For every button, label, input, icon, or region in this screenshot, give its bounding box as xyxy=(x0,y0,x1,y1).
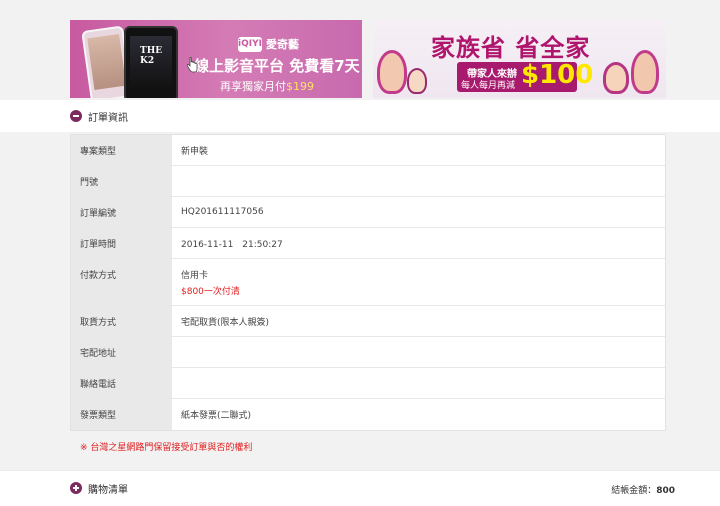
family-plan-banner[interactable]: 家族省 省全家 帶家人來辦 每人每月再減 $100 xyxy=(373,20,666,98)
table-row: 發票類型 紙本發票(二聯式) xyxy=(71,399,665,430)
order-time: 2016-11-11 21:50:27 xyxy=(181,239,283,250)
table-row: 專案類型 新申裝 xyxy=(71,135,665,166)
family-plan-headline: 家族省 省全家 xyxy=(431,34,591,62)
promo-subline: 再享獨家月付$199 xyxy=(220,78,314,94)
row-value: 紙本發票(二聯式) xyxy=(172,399,665,430)
phone-image-2: THE K2 xyxy=(124,26,178,98)
promo-subline-text: 再享獨家月付 xyxy=(220,80,286,93)
invoice-type: 紙本發票(二聯式) xyxy=(181,411,252,421)
family-plan-line2: 每人每月再減 xyxy=(461,81,516,91)
family-plan-amount: $100 xyxy=(521,60,594,90)
order-notice: ※ 台灣之星網路門保留接受訂單與否的權利 xyxy=(80,443,253,453)
table-row: 門號 xyxy=(71,166,665,197)
order-info-table: 專案類型 新申裝 門號 訂單編號 HQ201611117056 訂單時間 201… xyxy=(70,134,666,431)
row-label: 訂單編號 xyxy=(71,197,172,227)
row-value xyxy=(172,337,665,367)
row-label: 門號 xyxy=(71,166,172,196)
row-label: 發票類型 xyxy=(71,399,172,430)
table-row: 聯絡電話 xyxy=(71,368,665,399)
row-label: 專案類型 xyxy=(71,135,172,165)
iqiyi-promo-banner[interactable]: THE K2 iQIYI 愛奇藝 線上影音平台 免費看7天 再享獨家月付$199 xyxy=(70,20,362,98)
table-row: 訂單編號 HQ201611117056 xyxy=(71,197,665,228)
payment-method: 信用卡 xyxy=(181,271,209,281)
row-label: 付款方式 xyxy=(71,259,172,305)
row-label: 宅配地址 xyxy=(71,337,172,367)
table-row: 取貨方式 宅配取貨(限本人親簽) xyxy=(71,306,665,337)
mascot-left-icon xyxy=(377,50,407,94)
expand-icon[interactable] xyxy=(70,482,82,494)
table-row: 付款方式 信用卡 $800一次付清 xyxy=(71,259,665,306)
row-value: 2016-11-11 21:50:27 xyxy=(172,228,665,258)
row-label: 聯絡電話 xyxy=(71,368,172,398)
table-row: 宅配地址 xyxy=(71,337,665,368)
row-value: 信用卡 $800一次付清 xyxy=(172,259,665,305)
total-label: 結帳金額： xyxy=(611,486,657,496)
row-label: 取貨方式 xyxy=(71,306,172,336)
delivery-method: 宅配取貨(限本人親簽) xyxy=(181,317,270,328)
iqiyi-logo: iQIYI xyxy=(238,37,262,52)
mascot-far-right-icon xyxy=(631,50,659,94)
hand-cursor-icon xyxy=(186,57,198,73)
row-value: 宅配取貨(限本人親簽) xyxy=(172,306,665,336)
order-number: HQ201611117056 xyxy=(181,207,264,217)
order-section-title: 訂單資訊 xyxy=(88,112,128,124)
row-value-text: 新申裝 xyxy=(181,146,209,157)
row-value: HQ201611117056 xyxy=(172,197,665,227)
payment-amount: $800一次付清 xyxy=(181,287,240,297)
row-value xyxy=(172,166,665,196)
table-row: 訂單時間 2016-11-11 21:50:27 xyxy=(71,228,665,259)
mascot-right-icon xyxy=(603,62,629,94)
cart-section-toggle[interactable]: 購物清單 xyxy=(70,480,128,496)
checkout-total: 結帳金額：800 xyxy=(611,483,675,496)
poster-title: THE K2 xyxy=(140,46,163,66)
iqiyi-brand-name: 愛奇藝 xyxy=(266,38,299,51)
promo-headline: 線上影音平台 免費看7天 xyxy=(194,57,360,75)
order-section-toggle[interactable]: 訂單資訊 xyxy=(70,108,128,124)
promo-price: $199 xyxy=(286,80,314,93)
row-value: 新申裝 xyxy=(172,135,665,165)
row-value xyxy=(172,368,665,398)
cart-section-title: 購物清單 xyxy=(88,484,128,496)
mascot-small-icon xyxy=(407,68,427,94)
collapse-icon[interactable] xyxy=(70,110,82,122)
row-label: 訂單時間 xyxy=(71,228,172,258)
total-amount: 800 xyxy=(656,486,675,496)
